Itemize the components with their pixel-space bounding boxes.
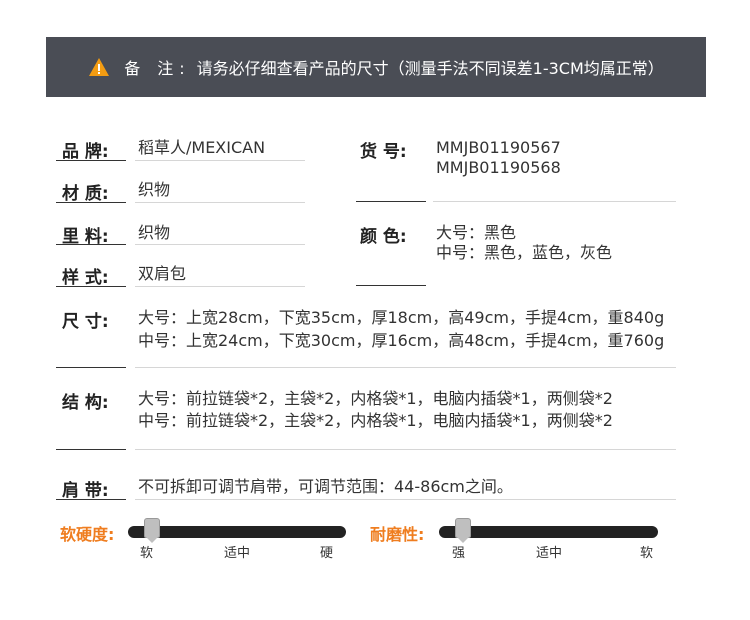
divider	[356, 285, 426, 286]
divider	[135, 160, 305, 161]
brand-value: 稻草人/MEXICAN	[138, 138, 266, 157]
divider	[135, 202, 305, 203]
divider	[56, 499, 126, 500]
divider	[135, 244, 305, 245]
structure-value-1: 大号：前拉链袋*2，主袋*2，内格袋*1，电脑内插袋*1，两侧袋*2	[138, 389, 613, 408]
divider	[56, 449, 126, 450]
durability-label: 耐磨性:	[370, 525, 425, 544]
divider	[56, 202, 126, 203]
item-no-value-2: MMJB01190568	[436, 158, 561, 177]
warning-icon	[89, 58, 110, 76]
divider	[56, 160, 126, 161]
note-label: 备 注:	[124, 59, 191, 78]
color-value-1: 大号：黑色	[436, 223, 517, 242]
softness-label: 软硬度:	[60, 525, 115, 544]
item-no-value-1: MMJB01190567	[436, 138, 561, 157]
note-banner: 备 注: 请务必仔细查看产品的尺寸（测量手法不同误差1-3CM均属正常）	[46, 37, 706, 97]
durability-indicator	[454, 518, 471, 543]
size-label: 尺 寸:	[62, 312, 109, 332]
durability-tick-low: 强	[452, 546, 466, 561]
softness-tick-mid: 适中	[224, 546, 251, 561]
divider	[135, 499, 676, 500]
material-label: 材 质:	[62, 184, 109, 204]
divider	[135, 449, 676, 450]
strap-label: 肩 带:	[62, 481, 109, 501]
softness-track	[128, 526, 346, 538]
strap-value: 不可拆卸可调节肩带，可调节范围：44-86cm之间。	[138, 477, 513, 496]
style-value: 双肩包	[138, 264, 187, 283]
divider	[56, 367, 126, 368]
note-text: 请务必仔细查看产品的尺寸（测量手法不同误差1-3CM均属正常）	[196, 59, 664, 78]
material-value: 织物	[138, 180, 171, 199]
lining-value: 织物	[138, 223, 171, 242]
durability-tick-mid: 适中	[536, 546, 563, 561]
structure-value-2: 中号：前拉链袋*2，主袋*2，内格袋*1，电脑内插袋*1，两侧袋*2	[138, 411, 613, 430]
durability-tick-high: 软	[640, 546, 654, 561]
divider	[56, 286, 126, 287]
softness-tick-high: 硬	[320, 546, 334, 561]
divider	[433, 201, 676, 202]
style-label: 样 式:	[62, 268, 109, 288]
divider	[135, 286, 305, 287]
durability-track	[439, 526, 658, 538]
divider	[356, 201, 426, 202]
brand-label: 品 牌:	[62, 142, 109, 162]
color-label: 颜 色:	[360, 227, 407, 247]
color-value-2: 中号：黑色，蓝色，灰色	[436, 243, 613, 262]
divider	[56, 244, 126, 245]
item-no-label: 货 号:	[360, 142, 407, 162]
softness-tick-low: 软	[140, 546, 154, 561]
size-value-1: 大号：上宽28cm，下宽35cm，厚18cm，高49cm，手提4cm，重840g	[138, 308, 665, 327]
structure-label: 结 构:	[62, 393, 109, 413]
divider	[135, 367, 676, 368]
softness-indicator	[143, 518, 160, 543]
size-value-2: 中号：上宽24cm，下宽30cm，厚16cm，高48cm，手提4cm，重760g	[138, 331, 665, 350]
